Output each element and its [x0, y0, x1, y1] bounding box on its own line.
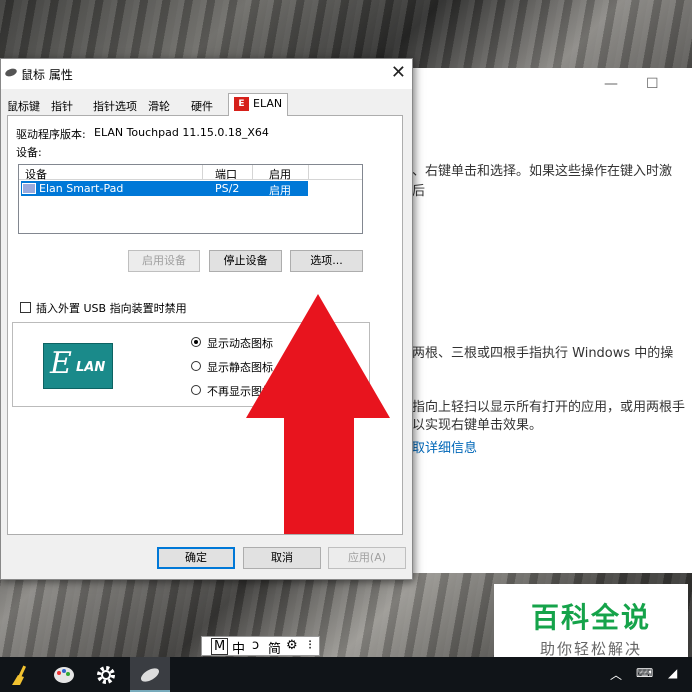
tray-device-icon[interactable]: ⌨: [636, 666, 653, 680]
tab-pointer-options[interactable]: 指针选项: [89, 96, 141, 115]
mouse-icon: [4, 67, 18, 78]
options-button[interactable]: 选项...: [290, 250, 363, 272]
touchpad-icon: [22, 183, 36, 194]
maximize-button[interactable]: ☐: [646, 76, 659, 92]
ime-more-icon[interactable]: ⁝: [308, 638, 312, 653]
radio-no-icon[interactable]: [191, 385, 201, 395]
watermark: 百科全说 助你轻松解决: [494, 584, 688, 666]
ime-chinese-toggle[interactable]: 中: [232, 638, 245, 657]
device-name: Elan Smart-Pad: [39, 182, 124, 195]
tab-wheel[interactable]: 滑轮: [144, 96, 174, 115]
device-list-header: 设备 端口 启用: [19, 165, 362, 181]
tab-pointers[interactable]: 指针: [47, 96, 77, 115]
driver-version-value: ELAN Touchpad 11.15.0.18_X64: [94, 126, 269, 139]
red-up-arrow-icon: [246, 294, 390, 534]
settings-text-line: 后: [412, 184, 426, 199]
tab-elan[interactable]: E ELAN: [228, 93, 289, 116]
usb-disable-label: 插入外置 USB 指向装置时禁用: [36, 302, 187, 315]
watermark-title: 百科全说: [530, 601, 651, 634]
settings-text-line: 、右键单击和选择。如果这些操作在键入时激: [412, 164, 673, 179]
more-info-link[interactable]: 取详细信息: [412, 437, 477, 456]
ime-simplified-toggle[interactable]: 简: [268, 638, 281, 657]
close-icon[interactable]: ✕: [391, 62, 406, 83]
tab-elan-label: ELAN: [253, 97, 283, 110]
tab-bar: 鼠标键 指针 指针选项 滑轮 硬件 E ELAN: [1, 93, 412, 116]
radio-static-icon[interactable]: [191, 361, 201, 371]
devices-label: 设备:: [16, 146, 42, 159]
mouse-icon[interactable]: [138, 663, 162, 687]
settings-text-line: 以实现右键单击效果。: [412, 418, 543, 433]
tray-network-icon[interactable]: ◢: [668, 666, 677, 680]
device-list[interactable]: 设备 端口 启用 Elan Smart-Pad PS/2 启用: [18, 164, 363, 234]
stop-device-button[interactable]: 停止设备: [209, 250, 282, 272]
settings-text-line: 指向上轻扫以显示所有打开的应用，或用两根手: [412, 400, 686, 415]
watermark-subtitle: 助你轻松解决: [539, 640, 642, 658]
radio-dynamic-icon[interactable]: [191, 337, 201, 347]
ime-settings-icon[interactable]: ⚙: [286, 638, 298, 653]
paint-icon[interactable]: [52, 663, 76, 687]
settings-window: — ☐ 、右键单击和选择。如果这些操作在键入时激 后 两根、三根或四根手指执行 …: [408, 68, 692, 573]
dialog-title: 鼠标 属性: [21, 68, 73, 82]
driver-version-label: 驱动程序版本:: [16, 128, 86, 141]
ime-toolbar: M 中 ↄ 简 ⚙ ⁝: [201, 636, 320, 657]
settings-text-line: 两根、三根或四根手指执行 Windows 中的操: [412, 346, 674, 361]
device-enabled: 启用: [269, 184, 291, 197]
header-enabled: 启用: [269, 168, 291, 181]
elan-logo: E LAN: [43, 343, 113, 389]
table-row[interactable]: Elan Smart-Pad PS/2 启用: [21, 181, 308, 197]
broom-icon[interactable]: [8, 663, 32, 687]
gear-icon[interactable]: [94, 663, 118, 687]
device-port: PS/2: [215, 182, 240, 195]
tab-hardware[interactable]: 硬件: [187, 96, 217, 115]
header-port: 端口: [215, 168, 237, 181]
enable-device-button[interactable]: 启用设备: [128, 250, 200, 272]
apply-button[interactable]: 应用(A): [328, 547, 406, 569]
ime-mode-icon[interactable]: M: [211, 638, 229, 655]
header-device: 设备: [25, 168, 47, 181]
cancel-button[interactable]: 取消: [243, 547, 321, 569]
elan-icon: E: [234, 97, 249, 111]
ime-halfwidth-icon[interactable]: ↄ: [252, 638, 259, 653]
ok-button[interactable]: 确定: [157, 547, 235, 569]
minimize-button[interactable]: —: [604, 76, 618, 92]
tray-expand-icon[interactable]: ︿: [610, 666, 622, 683]
usb-disable-checkbox[interactable]: [20, 302, 31, 313]
tab-buttons[interactable]: 鼠标键: [3, 96, 44, 115]
dialog-titlebar[interactable]: 鼠标 属性 ✕: [1, 59, 412, 89]
taskbar: ︿ ⌨ ◢: [0, 657, 692, 692]
